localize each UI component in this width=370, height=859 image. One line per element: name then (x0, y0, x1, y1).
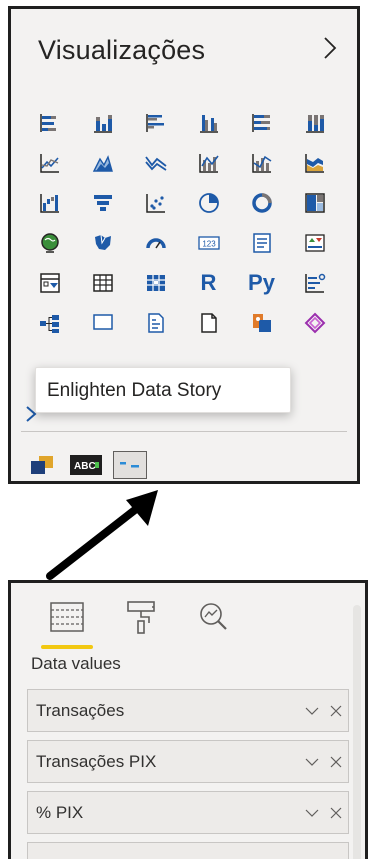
line-column-icon[interactable] (182, 143, 235, 183)
matrix-icon[interactable] (129, 263, 182, 303)
stacked-area-icon[interactable] (129, 143, 182, 183)
stacked-column-icon[interactable] (76, 103, 129, 143)
decomposition-tree-icon[interactable] (23, 303, 76, 343)
visualizations-pane: Visualizações 123 R Py ABC Enlighten Dat… (8, 6, 360, 484)
waterfall-icon[interactable] (23, 183, 76, 223)
remove-field-icon[interactable] (324, 807, 348, 819)
py-label: Py (248, 270, 275, 295)
format-tab-icon[interactable] (115, 593, 167, 641)
scrollbar[interactable] (353, 605, 361, 859)
chevron-down-icon[interactable] (300, 758, 324, 766)
field-name: % PIX (36, 802, 84, 822)
slicer-icon[interactable] (23, 263, 76, 303)
clustered-column-icon[interactable] (182, 103, 235, 143)
chevron-down-icon[interactable] (300, 707, 324, 715)
custom-visual-icon[interactable] (25, 451, 59, 479)
remove-field-icon[interactable] (324, 705, 348, 717)
power-apps-icon[interactable] (288, 303, 341, 343)
visual-tooltip: Enlighten Data Story (35, 367, 291, 413)
field-wells: Transações Transações PIX % PIX (27, 689, 349, 859)
svg-text:ABC: ABC (74, 461, 96, 472)
field-name: Transações PIX (36, 751, 157, 771)
pie-icon[interactable] (182, 183, 235, 223)
pane-title: Visualizações (38, 35, 206, 65)
data-values-label: Data values (31, 654, 121, 673)
python-visual-icon[interactable]: Py (235, 263, 288, 303)
section-divider (21, 431, 347, 432)
treemap-icon[interactable] (288, 183, 341, 223)
field-name: Transações (36, 700, 125, 720)
visual-gallery: 123 R Py (23, 103, 353, 343)
map-icon[interactable] (23, 223, 76, 263)
filled-map-icon[interactable] (76, 223, 129, 263)
fields-pane: Data values Transações Transações PIX % … (8, 580, 368, 859)
100-stacked-column-icon[interactable] (288, 103, 341, 143)
ribbon-chart-icon[interactable] (288, 143, 341, 183)
smart-narrative-icon[interactable] (129, 303, 182, 343)
100-stacked-bar-icon[interactable] (235, 103, 288, 143)
line-chart-icon[interactable] (23, 143, 76, 183)
multirow-card-icon[interactable] (235, 223, 288, 263)
card-icon[interactable]: 123 (182, 223, 235, 263)
empty-field-well[interactable] (27, 842, 349, 859)
clustered-bar-icon[interactable] (129, 103, 182, 143)
remove-field-icon[interactable] (324, 756, 348, 768)
paginated-report-icon[interactable] (182, 303, 235, 343)
enlighten-data-story-icon[interactable] (113, 451, 147, 479)
custom-visuals-row: ABC (25, 451, 147, 479)
chevron-down-icon[interactable] (300, 809, 324, 817)
qa-icon[interactable] (76, 303, 129, 343)
fields-tab-icon[interactable] (41, 593, 93, 649)
kpi-icon[interactable] (288, 223, 341, 263)
line-clustered-column-icon[interactable] (235, 143, 288, 183)
area-chart-icon[interactable] (76, 143, 129, 183)
abc-visual-icon[interactable]: ABC (69, 451, 103, 479)
key-influencers-icon[interactable] (288, 263, 341, 303)
funnel-icon[interactable] (76, 183, 129, 223)
stacked-bar-icon[interactable] (23, 103, 76, 143)
arcgis-map-icon[interactable] (235, 303, 288, 343)
card-label: 123 (202, 240, 216, 249)
r-visual-icon[interactable]: R (182, 263, 235, 303)
scatter-icon[interactable] (129, 183, 182, 223)
field-well-item[interactable]: % PIX (27, 791, 349, 834)
field-well-item[interactable]: Transações PIX (27, 740, 349, 783)
analytics-tab-icon[interactable] (187, 593, 239, 641)
field-well-item[interactable]: Transações (27, 689, 349, 732)
gauge-icon[interactable] (129, 223, 182, 263)
donut-icon[interactable] (235, 183, 288, 223)
table-icon[interactable] (76, 263, 129, 303)
r-label: R (200, 270, 217, 295)
annotation-arrow (46, 490, 158, 580)
collapse-chevron-icon[interactable] (315, 31, 345, 65)
